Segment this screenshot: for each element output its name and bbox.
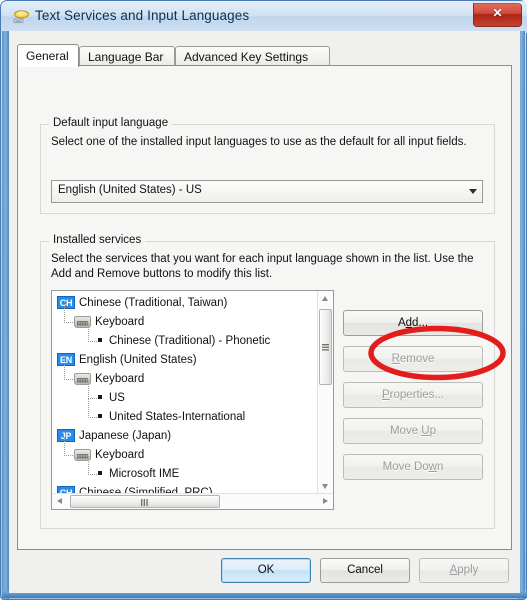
group-installed-services: Installed services Select the services t… xyxy=(40,234,495,529)
tree-row-label: English (United States) xyxy=(79,354,197,366)
tree-connector xyxy=(64,361,73,380)
group-default-description: Select one of the installed input langua… xyxy=(51,136,467,148)
window-title: Text Services and Input Languages xyxy=(35,8,250,23)
tab-general[interactable]: General xyxy=(17,44,79,67)
horizontal-scrollbar-thumb[interactable] xyxy=(70,495,220,508)
tab-advanced-key-settings[interactable]: Advanced Key Settings xyxy=(175,46,330,66)
group-installed-description: Select the services that you want for ea… xyxy=(51,253,474,280)
default-language-combobox[interactable]: English (United States) - US xyxy=(51,180,483,203)
tab-page-general: Default input language Select one of the… xyxy=(17,65,512,550)
tree-row[interactable]: EN English (United States) xyxy=(56,351,321,370)
move-up-button-label: Move Up xyxy=(389,425,437,437)
move-down-button-label: Move Down xyxy=(382,461,444,473)
add-button[interactable]: Add... xyxy=(343,310,483,336)
tree-connector xyxy=(64,437,73,456)
remove-button[interactable]: Remove xyxy=(343,346,483,372)
vertical-scrollbar-thumb[interactable] xyxy=(319,309,332,385)
tab-language-bar[interactable]: Language Bar xyxy=(79,46,175,66)
bullet-icon xyxy=(98,338,102,343)
tree-row-label: Chinese (Traditional, Taiwan) xyxy=(79,297,228,309)
tree-connector xyxy=(88,399,97,418)
move-up-button[interactable]: Move Up xyxy=(343,418,483,444)
chevron-down-icon xyxy=(469,189,477,194)
tree-row-label: Microsoft IME xyxy=(109,468,180,480)
group-installed-title: Installed services xyxy=(49,234,146,246)
cancel-button[interactable]: Cancel xyxy=(320,558,410,583)
group-default-title: Default input language xyxy=(49,117,173,129)
tab-strip: General Language Bar Advanced Key Settin… xyxy=(17,44,497,67)
tree-connector xyxy=(88,380,97,399)
tree-row-label: Keyboard xyxy=(95,316,145,328)
ok-button-label: OK xyxy=(257,564,275,576)
tree-connector xyxy=(88,456,97,475)
tree-row[interactable]: Chinese (Traditional) - Phonetic xyxy=(56,323,321,351)
apply-button[interactable]: Apply xyxy=(419,558,509,583)
tree-row-label: United States-International xyxy=(109,411,246,423)
tree-row[interactable]: CH Chinese (Traditional, Taiwan) xyxy=(56,294,321,313)
group-default-input-language: Default input language Select one of the… xyxy=(40,117,495,214)
default-language-value: English (United States) - US xyxy=(58,184,202,196)
language-icon xyxy=(12,8,30,26)
properties-button[interactable]: Properties... xyxy=(343,382,483,408)
dialog-client-area: General Language Bar Advanced Key Settin… xyxy=(9,31,520,593)
tab-advanced-keys-label: Advanced Key Settings xyxy=(184,50,309,64)
tree-row-label: Keyboard xyxy=(95,449,145,461)
scroll-right-icon[interactable] xyxy=(317,494,333,509)
dialog-window: Text Services and Input Languages Genera… xyxy=(0,0,527,600)
close-button[interactable] xyxy=(473,3,522,27)
vertical-scrollbar[interactable] xyxy=(317,291,333,495)
ok-button[interactable]: OK xyxy=(221,558,311,583)
scroll-left-icon[interactable] xyxy=(52,494,68,509)
tree-row[interactable]: United States-International xyxy=(56,399,321,427)
scroll-up-icon[interactable] xyxy=(318,291,333,307)
tree-row[interactable]: JP Japanese (Japan) xyxy=(56,427,321,446)
cancel-button-label: Cancel xyxy=(347,564,383,576)
tree-row-label: Keyboard xyxy=(95,373,145,385)
add-button-label: Add... xyxy=(397,317,429,329)
title-bar: Text Services and Input Languages xyxy=(1,1,527,33)
tree-row-label: Chinese (Traditional) - Phonetic xyxy=(109,335,271,347)
bullet-icon xyxy=(98,395,102,400)
tab-language-bar-label: Language Bar xyxy=(88,50,164,64)
tree-row-label: Japanese (Japan) xyxy=(79,430,172,442)
horizontal-scrollbar[interactable] xyxy=(52,493,333,509)
installed-services-listbox[interactable]: CH Chinese (Traditional, Taiwan) Keyboard C… xyxy=(51,290,334,510)
tree-connector xyxy=(64,304,73,323)
apply-button-label: Apply xyxy=(449,564,479,576)
bullet-icon xyxy=(98,414,102,419)
remove-button-label: Remove xyxy=(391,353,435,365)
window-frame-left xyxy=(2,31,9,599)
properties-button-label: Properties... xyxy=(382,389,444,401)
tree-row[interactable]: Microsoft IME xyxy=(56,456,321,484)
tree-connector xyxy=(88,323,97,342)
services-tree: CH Chinese (Traditional, Taiwan) Keyboard C… xyxy=(52,291,321,503)
move-down-button[interactable]: Move Down xyxy=(343,454,483,480)
tab-general-label: General xyxy=(26,49,69,63)
bullet-icon xyxy=(98,471,102,476)
tree-row-label: US xyxy=(109,392,125,404)
